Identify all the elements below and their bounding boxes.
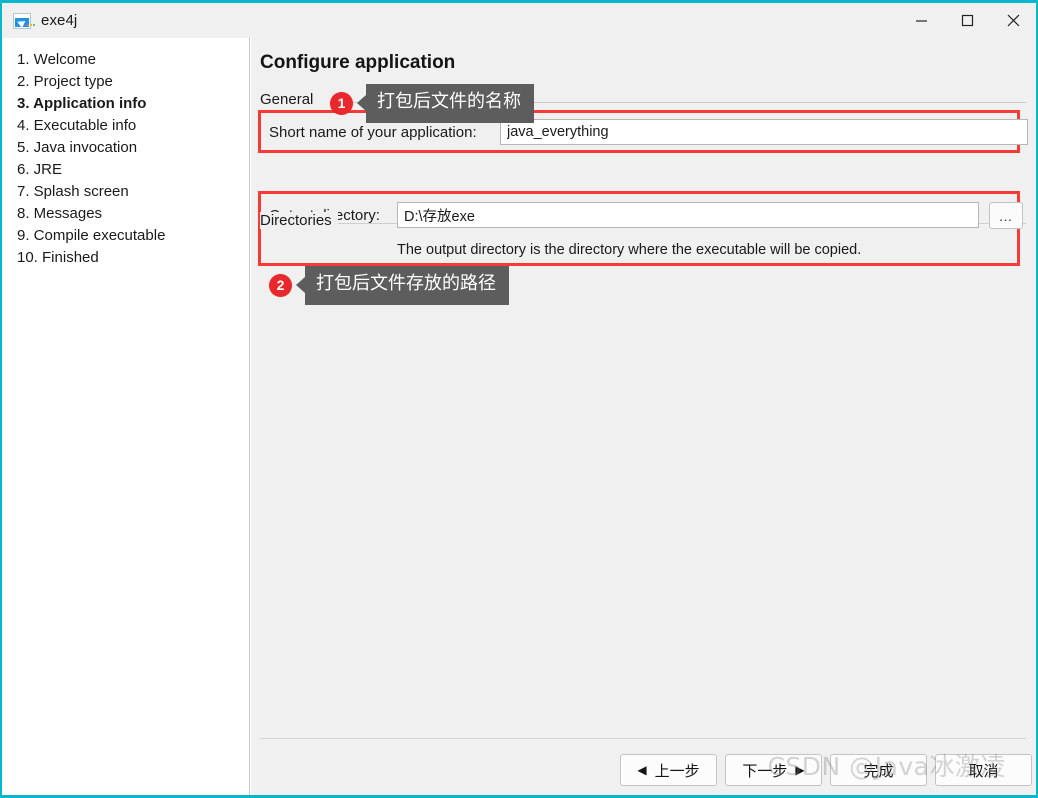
sidebar-item-messages[interactable]: 8. Messages — [2, 203, 249, 225]
sidebar-item-application-info[interactable]: 3. Application info — [2, 93, 249, 115]
output-directory-hint: The output directory is the directory wh… — [397, 242, 862, 258]
sidebar-item-project-type[interactable]: 2. Project type — [2, 71, 249, 93]
next-step-label: 下一步 — [742, 761, 788, 780]
arrow-left-icon: ◀ — [637, 763, 647, 777]
maximize-icon[interactable] — [944, 3, 990, 38]
page-title: Configure application — [260, 52, 456, 73]
main-panel: Configure application General Short name… — [251, 38, 1036, 795]
finish-button[interactable]: 完成 — [830, 754, 927, 786]
annotation-text-1: 打包后文件的名称 — [366, 84, 534, 123]
title-bar: exe4j — [2, 3, 1036, 38]
sidebar-item-executable-info[interactable]: 4. Executable info — [2, 115, 249, 137]
directories-group-title: Directories — [260, 212, 338, 229]
previous-step-button[interactable]: ◀ 上一步 — [620, 754, 717, 786]
minimize-icon[interactable] — [898, 3, 944, 38]
next-step-button[interactable]: 下一步 ▶ — [725, 754, 822, 786]
callout-arrow-icon — [357, 95, 366, 112]
annotation-badge-2: 2 — [269, 273, 292, 297]
sidebar-item-finished[interactable]: 10. Finished — [2, 247, 249, 269]
sidebar-item-splash-screen[interactable]: 7. Splash screen — [2, 181, 249, 203]
window-dots-icon — [27, 23, 35, 26]
annotation-text-2: 打包后文件存放的路径 — [305, 266, 509, 305]
short-name-label: Short name of your application: — [269, 123, 477, 141]
sidebar-item-java-invocation[interactable]: 5. Java invocation — [2, 137, 249, 159]
annotation-callout-1: 1 打包后文件的名称 — [330, 84, 534, 123]
sidebar-item-compile-executable[interactable]: 9. Compile executable — [2, 225, 249, 247]
annotation-callout-2: 2 打包后文件存放的路径 — [269, 266, 509, 305]
cancel-label: 取消 — [968, 761, 999, 780]
browse-directory-button[interactable]: … — [989, 202, 1023, 229]
window-controls — [898, 3, 1036, 38]
output-directory-input[interactable] — [397, 202, 979, 228]
previous-step-label: 上一步 — [654, 761, 700, 780]
sidebar-item-welcome[interactable]: 1. Welcome — [2, 49, 249, 71]
wizard-footer: ◀ 上一步 下一步 ▶ 完成 取消 — [620, 754, 1032, 786]
exe4j-wizard-window: exe4j 1. Welcome 2. Project type 3. Appl… — [0, 0, 1038, 798]
finish-label: 完成 — [863, 761, 894, 780]
cancel-button[interactable]: 取消 — [935, 754, 1032, 786]
wizard-step-sidebar: 1. Welcome 2. Project type 3. Applicatio… — [2, 38, 250, 795]
exe4j-app-icon — [13, 12, 35, 29]
sidebar-item-jre[interactable]: 6. JRE — [2, 159, 249, 181]
short-name-input[interactable] — [500, 119, 1028, 145]
close-icon[interactable] — [990, 3, 1036, 38]
callout-arrow-icon — [296, 277, 305, 294]
annotation-badge-1: 1 — [330, 91, 353, 115]
tab-general[interactable]: General — [260, 91, 313, 108]
footer-divider — [260, 738, 1026, 739]
window-title: exe4j — [41, 12, 78, 29]
arrow-right-icon: ▶ — [795, 763, 805, 777]
